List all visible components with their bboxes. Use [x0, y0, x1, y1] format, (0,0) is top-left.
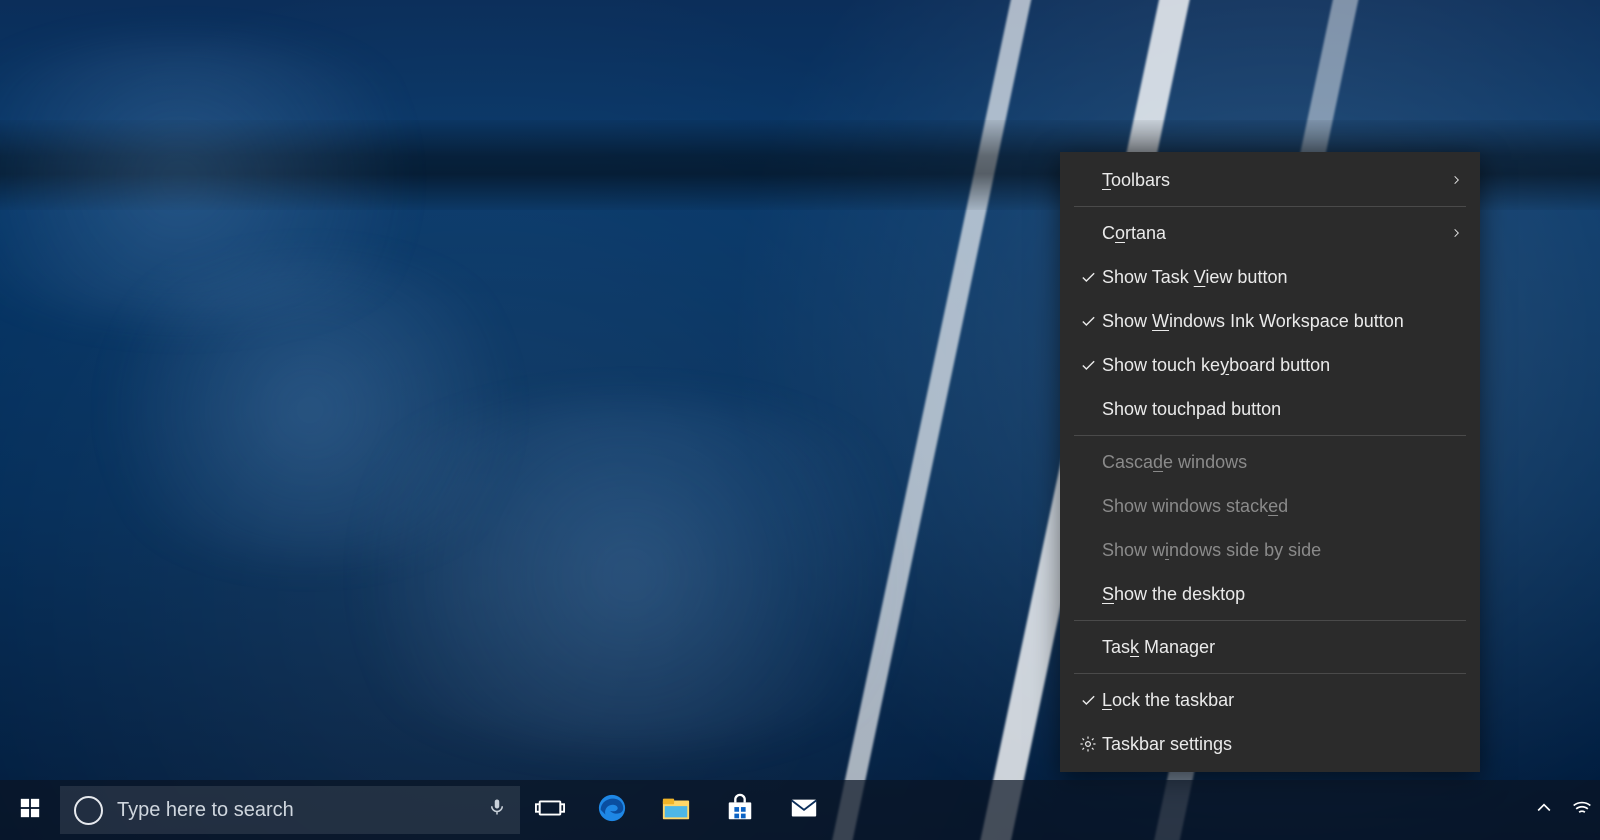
menu-item-label: Cortana	[1102, 223, 1442, 244]
menu-item-label: Show windows side by side	[1102, 540, 1442, 561]
menu-item-label: Show touchpad button	[1102, 399, 1442, 420]
menu-separator	[1074, 673, 1466, 674]
menu-item-show-task-view-button[interactable]: Show Task View button	[1060, 255, 1480, 299]
menu-item-show-touch-keyboard-button[interactable]: Show touch keyboard button	[1060, 343, 1480, 387]
task-view-button[interactable]	[520, 780, 580, 840]
menu-separator	[1074, 620, 1466, 621]
file-explorer-icon	[661, 793, 691, 828]
microphone-icon	[488, 798, 506, 822]
check-icon	[1074, 269, 1102, 286]
file-explorer-button[interactable]	[644, 780, 708, 840]
check-icon	[1074, 692, 1102, 709]
taskbar: Type here to search	[0, 780, 1600, 840]
menu-item-task-manager[interactable]: Task Manager	[1060, 625, 1480, 669]
search-box[interactable]: Type here to search	[60, 786, 520, 834]
menu-separator	[1074, 435, 1466, 436]
system-tray	[1534, 798, 1600, 823]
microphone-button[interactable]	[474, 798, 520, 822]
menu-item-label: Show the desktop	[1102, 584, 1442, 605]
menu-item-label: Task Manager	[1102, 637, 1442, 658]
menu-item-taskbar-settings[interactable]: Taskbar settings	[1060, 722, 1480, 766]
tray-overflow-button[interactable]	[1534, 798, 1554, 823]
menu-item-label: Cascade windows	[1102, 452, 1442, 473]
edge-button[interactable]	[580, 780, 644, 840]
chevron-right-icon	[1442, 226, 1462, 240]
start-button[interactable]	[0, 780, 60, 840]
start-icon	[19, 797, 41, 824]
menu-item-show-the-desktop[interactable]: Show the desktop	[1060, 572, 1480, 616]
menu-item-label: Toolbars	[1102, 170, 1442, 191]
check-icon	[1074, 357, 1102, 374]
menu-item-label: Show touch keyboard button	[1102, 355, 1442, 376]
menu-item-label: Show Task View button	[1102, 267, 1442, 288]
wifi-button[interactable]	[1572, 798, 1592, 823]
check-icon	[1074, 313, 1102, 330]
taskbar-context-menu: Toolbars Cortana Show Task View button Show…	[1060, 152, 1480, 772]
search-placeholder: Type here to search	[117, 799, 474, 822]
menu-item-toolbars[interactable]: Toolbars	[1060, 158, 1480, 202]
menu-item-cortana[interactable]: Cortana	[1060, 211, 1480, 255]
menu-item-label: Taskbar settings	[1102, 734, 1442, 755]
edge-icon	[597, 793, 627, 828]
store-button[interactable]	[708, 780, 772, 840]
chevron-up-icon	[1534, 805, 1554, 822]
menu-item-show-windows-ink-workspace-button[interactable]: Show Windows Ink Workspace button	[1060, 299, 1480, 343]
task-view-icon	[535, 796, 565, 825]
menu-item-show-windows-side-by-side: Show windows side by side	[1060, 528, 1480, 572]
menu-item-cascade-windows: Cascade windows	[1060, 440, 1480, 484]
menu-item-show-touchpad-button[interactable]: Show touchpad button	[1060, 387, 1480, 431]
mail-button[interactable]	[772, 780, 836, 840]
gear-icon	[1074, 735, 1102, 753]
wifi-icon	[1572, 805, 1592, 822]
menu-item-lock-the-taskbar[interactable]: Lock the taskbar	[1060, 678, 1480, 722]
chevron-right-icon	[1442, 173, 1462, 187]
cortana-icon	[74, 796, 103, 825]
mail-icon	[789, 793, 819, 828]
wallpaper-cloud	[280, 400, 980, 750]
menu-item-label: Lock the taskbar	[1102, 690, 1442, 711]
store-icon	[725, 793, 755, 828]
menu-item-label: Show Windows Ink Workspace button	[1102, 311, 1442, 332]
menu-item-show-windows-stacked: Show windows stacked	[1060, 484, 1480, 528]
menu-item-label: Show windows stacked	[1102, 496, 1442, 517]
menu-separator	[1074, 206, 1466, 207]
